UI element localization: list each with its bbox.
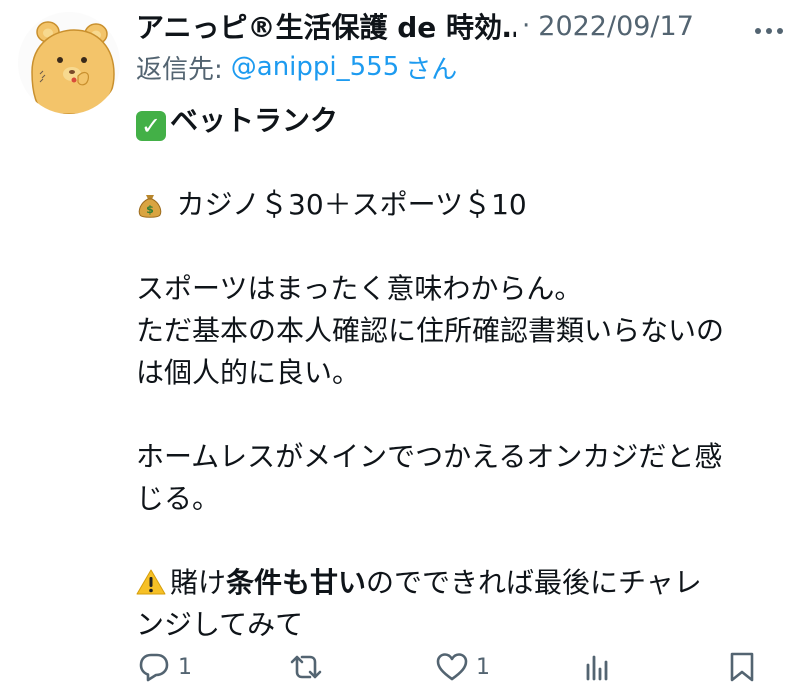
tweet: アニっピ®生活保護 de 時効… · 2022/09/17 返信先: @anip… bbox=[0, 0, 800, 691]
warning-emoji bbox=[136, 566, 166, 608]
body-text: は個人的に良い。 bbox=[136, 356, 361, 389]
body-text: ンジしてみて bbox=[136, 608, 304, 641]
reply-handle-link[interactable]: @anippi_555 bbox=[231, 52, 400, 82]
reply-button[interactable]: 1 bbox=[138, 645, 192, 689]
like-button[interactable]: 1 bbox=[436, 645, 490, 689]
bear-character-icon bbox=[18, 12, 120, 114]
body-heading: ベットランク bbox=[170, 104, 339, 137]
avatar[interactable] bbox=[18, 12, 120, 114]
body-text: 賭け bbox=[170, 566, 227, 599]
body-text: スポーツはまったく意味わからん。 bbox=[136, 272, 583, 305]
bookmark-icon bbox=[728, 651, 756, 683]
author-display-name[interactable]: アニっピ®生活保護 de 時効… bbox=[136, 6, 516, 46]
tweet-date[interactable]: 2022/09/17 bbox=[538, 11, 694, 42]
tweet-header: アニっピ®生活保護 de 時効… · 2022/09/17 bbox=[136, 6, 786, 46]
money-bag-emoji: $ bbox=[136, 190, 173, 221]
body-text: カジノ＄30＋スポーツ＄10 bbox=[176, 188, 527, 221]
header-separator: · bbox=[522, 11, 531, 41]
body-line: $ カジノ＄30＋スポーツ＄10 bbox=[136, 184, 781, 226]
like-count: 1 bbox=[476, 654, 490, 680]
body-bold-text: 条件も甘い bbox=[226, 566, 367, 599]
action-bar: 1 1 bbox=[130, 645, 770, 689]
tweet-body: ✓ ベットランク $ カジノ＄30＋スポーツ＄10 スポーツはまったく意味わからん… bbox=[136, 100, 781, 646]
reply-icon bbox=[138, 652, 170, 682]
body-line: 賭け条件も甘いのでできれば最後にチャレ bbox=[136, 562, 781, 604]
body-text: ホームレスがメインでつかえるオンカジだと感 bbox=[136, 440, 723, 473]
reply-count: 1 bbox=[178, 654, 192, 680]
retweet-icon bbox=[288, 652, 324, 682]
body-text: ただ基本の本人確認に住所確認書類いらないの bbox=[136, 314, 725, 347]
body-text: じる。 bbox=[136, 482, 221, 515]
body-text: のでできれば最後にチャレ bbox=[366, 566, 702, 599]
reply-prefix: 返信先: bbox=[136, 54, 223, 85]
retweet-button[interactable] bbox=[288, 645, 332, 689]
views-chart-icon bbox=[582, 652, 612, 682]
reply-suffix: さん bbox=[405, 54, 458, 85]
reply-to: 返信先: @anippi_555 さん bbox=[136, 48, 457, 86]
svg-text:$: $ bbox=[146, 203, 154, 216]
heart-icon bbox=[436, 652, 468, 682]
bookmark-button[interactable] bbox=[728, 645, 756, 689]
views-button[interactable] bbox=[582, 645, 612, 689]
body-line: ✓ ベットランク bbox=[136, 100, 781, 142]
more-dots-icon[interactable] bbox=[754, 12, 784, 42]
check-mark-emoji: ✓ bbox=[136, 111, 166, 141]
